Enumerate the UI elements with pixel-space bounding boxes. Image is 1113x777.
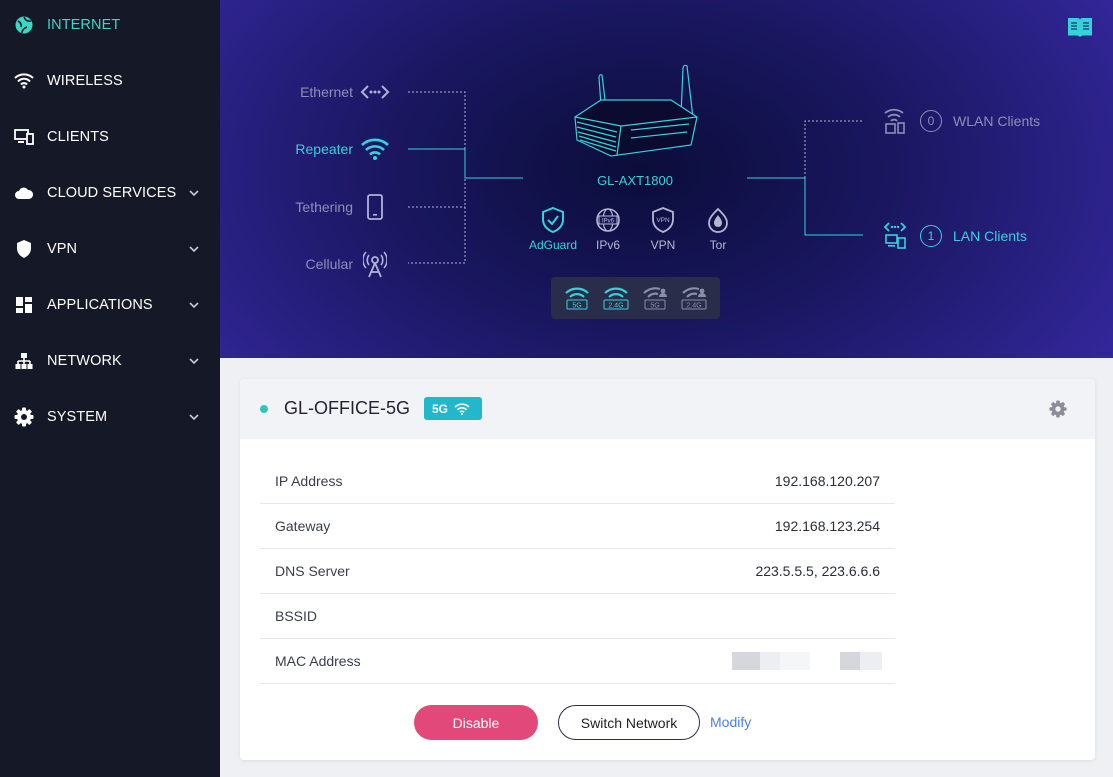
connected-status-dot [260,405,268,413]
sidebar-item-wireless[interactable]: WIRELESS [0,53,220,109]
wifi-icon [454,402,470,415]
phone-icon[interactable] [359,191,391,223]
sidebar-item-label: CLIENTS [47,129,109,145]
source-label-ethernet: Ethernet [300,84,353,100]
mac-address-redacted [732,652,882,670]
sidebar-item-label: NETWORK [47,353,122,369]
lan-clients-icon[interactable] [883,221,909,249]
vpn-shield-icon: VPN [652,207,674,233]
modify-link[interactable]: Modify [710,714,751,730]
info-key: DNS Server [275,563,350,579]
svg-text:VPN: VPN [656,217,670,224]
feature-tor[interactable]: Tor [688,206,748,252]
svg-text:IPv6: IPv6 [602,219,615,225]
lan-clients-count: 1 [920,225,942,247]
feature-adguard[interactable]: AdGuard [523,206,583,252]
sidebar-item-label: CLOUD SERVICES [47,185,177,201]
tor-onion-icon [708,207,728,233]
feature-ipv6[interactable]: IPv6 IPv6 [578,206,638,252]
info-row-mac-address: MAC Address [260,639,895,684]
adguard-shield-icon [542,206,564,234]
chevron-down-icon [189,190,199,197]
feature-label: VPN [650,238,676,252]
chevron-down-icon [189,246,199,253]
wifi-24g-guest-icon[interactable]: 2.4G [680,285,708,311]
sidebar: INTERNET WIRELESS CLIENTS CLOUD SERVICES… [0,0,220,777]
info-row-gateway: Gateway 192.168.123.254 [260,504,895,549]
chevron-down-icon [189,358,199,365]
wifi-24g-active-icon[interactable]: 2.4G [602,285,630,311]
topology-panel: Ethernet Repeater Tethering Cellular GL-… [220,0,1113,358]
settings-gear-icon[interactable] [1049,400,1067,418]
lan-clients-label[interactable]: LAN Clients [953,228,1027,244]
source-label-tethering: Tethering [295,199,353,215]
info-key: IP Address [275,473,343,489]
wifi-band-status: 5G 2.4G 5G 2.4G [551,277,720,319]
wlan-clients-count: 0 [920,110,942,132]
disable-button[interactable]: Disable [414,705,538,740]
band-badge-label: 5G [432,401,449,416]
globe-icon [14,15,34,35]
grid-icon [14,295,34,315]
wifi-icon[interactable] [359,133,391,165]
band-label: 2.4G [687,302,702,309]
info-value: 192.168.120.207 [774,473,880,489]
info-value: 192.168.123.254 [774,518,880,534]
wifi-icon [14,71,34,91]
info-value: 223.5.5.5, 223.6.6.6 [755,563,880,579]
device-name: GL-AXT1800 [597,173,673,188]
network-ssid: GL-OFFICE-5G [284,398,411,418]
sidebar-item-internet[interactable]: INTERNET [0,0,220,53]
ipv6-globe-icon: IPv6 [596,208,620,232]
chevron-down-icon [189,302,199,309]
network-icon [14,351,34,371]
info-key: BSSID [275,608,318,624]
sidebar-item-label: SYSTEM [47,409,108,425]
sidebar-item-system[interactable]: SYSTEM [0,389,220,445]
clients-icon [14,127,34,147]
feature-vpn[interactable]: VPN VPN [633,206,693,252]
cell-tower-icon[interactable] [359,248,391,280]
info-key: Gateway [275,518,331,534]
info-row-dns-server: DNS Server 223.5.5.5, 223.6.6.6 [260,549,895,594]
sidebar-item-label: APPLICATIONS [47,297,153,313]
wlan-clients-icon[interactable] [883,106,909,134]
sidebar-item-cloud-services[interactable]: CLOUD SERVICES [0,165,220,221]
feature-label: AdGuard [528,238,578,252]
chevron-down-icon [189,414,199,421]
wifi-5g-active-icon[interactable]: 5G [563,285,591,311]
band-label: 2.4G [608,302,623,309]
sidebar-item-applications[interactable]: APPLICATIONS [0,277,220,333]
band-badge: 5G [424,397,482,420]
repeater-network-card: GL-OFFICE-5G 5G IP Address 192.168.120.2… [240,379,1095,760]
cloud-icon [14,183,34,203]
card-header: GL-OFFICE-5G 5G [240,379,1095,439]
wlan-clients-label[interactable]: WLAN Clients [953,113,1040,129]
sidebar-item-label: WIRELESS [47,73,123,89]
sidebar-item-label: INTERNET [47,17,121,33]
band-label: 5G [572,302,581,309]
router-illustration [574,64,698,157]
gear-icon [14,407,34,427]
source-label-repeater: Repeater [295,141,353,157]
sidebar-item-vpn[interactable]: VPN [0,221,220,277]
sidebar-item-label: VPN [47,241,78,257]
info-row-ip-address: IP Address 192.168.120.207 [260,459,895,504]
sidebar-item-clients[interactable]: CLIENTS [0,109,220,165]
feature-label: IPv6 [595,238,620,252]
info-key: MAC Address [275,653,361,669]
ethernet-icon[interactable] [359,76,391,108]
source-label-cellular: Cellular [305,256,353,272]
feature-label: Tor [709,238,727,252]
info-row-bssid: BSSID [260,594,895,639]
sidebar-item-network[interactable]: NETWORK [0,333,220,389]
shield-icon [14,239,34,259]
switch-network-button[interactable]: Switch Network [558,705,700,740]
wifi-5g-guest-icon[interactable]: 5G [641,285,669,311]
band-label: 5G [650,302,659,309]
